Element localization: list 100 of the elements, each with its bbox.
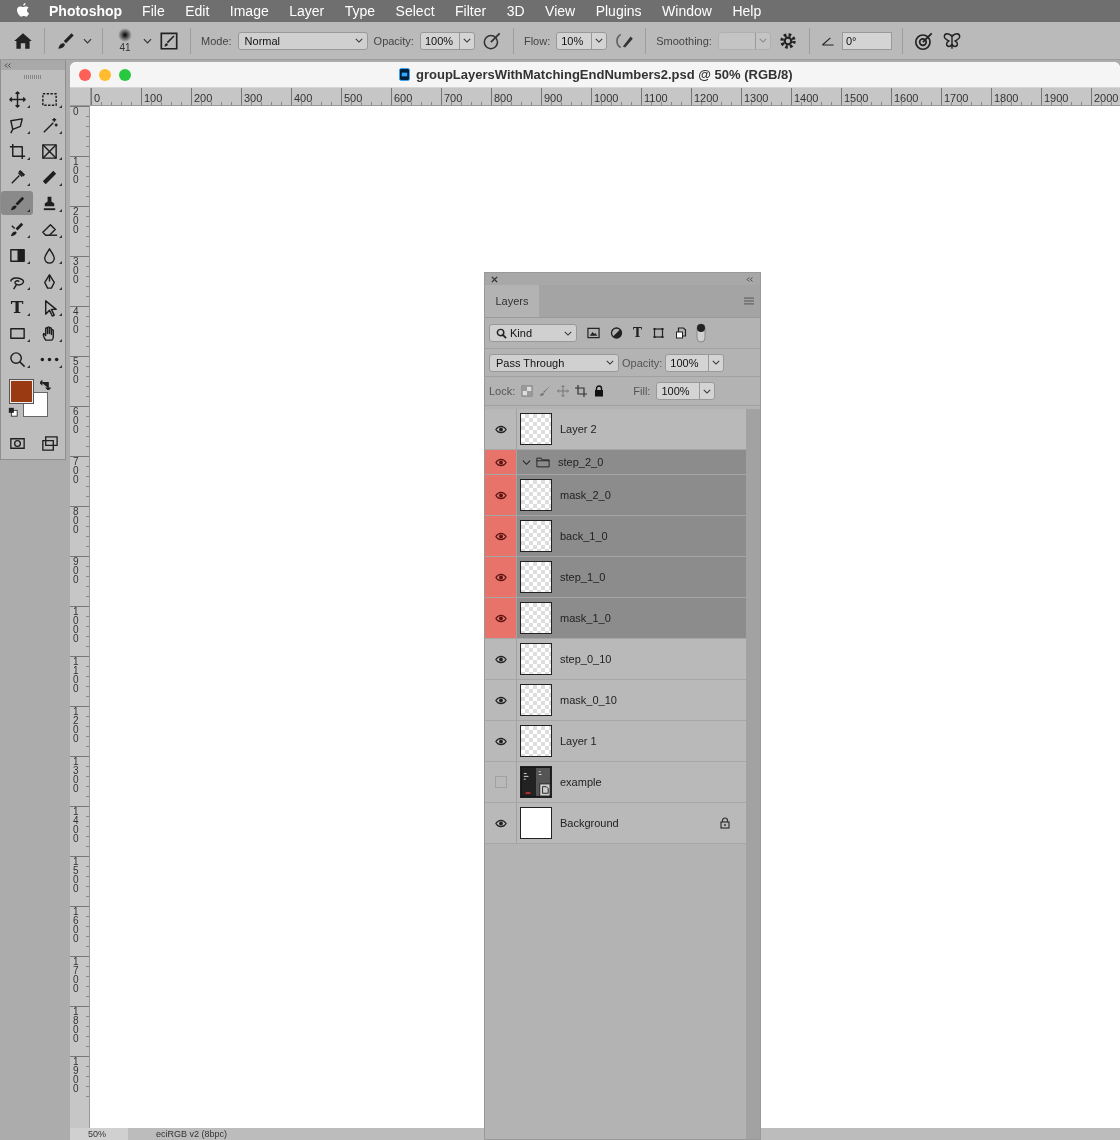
layer-row[interactable]: step_1_0 <box>485 557 746 598</box>
ruler-label: 1800 <box>73 1007 79 1043</box>
ruler-label: 1600 <box>893 92 919 104</box>
image-filter-icon[interactable] <box>587 327 600 339</box>
filter-toggle[interactable] <box>695 323 706 343</box>
caret-icon[interactable] <box>462 38 471 43</box>
color-profile[interactable]: eciRGB v2 (8bpc) <box>128 1128 228 1140</box>
tool-button[interactable]: T <box>1 295 33 319</box>
ruler-label: 400 <box>293 92 313 104</box>
shape-filter-icon[interactable] <box>651 327 665 339</box>
eye-icon[interactable] <box>494 490 507 500</box>
menu-item[interactable]: Plugins <box>595 3 642 19</box>
ruler-label: 2000 <box>1093 92 1119 104</box>
caret-icon[interactable] <box>703 388 712 394</box>
zoom-level[interactable]: 50% <box>70 1128 128 1140</box>
color-swatches-icon[interactable] <box>9 379 49 417</box>
smart-object-filter-icon[interactable] <box>674 327 688 339</box>
eye-icon[interactable] <box>494 457 507 467</box>
eye-icon[interactable] <box>494 818 507 828</box>
ruler-label: 1100 <box>73 657 79 693</box>
layer-thumbnail <box>520 479 552 511</box>
scrollbar-track[interactable] <box>746 409 760 1139</box>
menu-item[interactable]: Select <box>395 3 435 19</box>
menu-item[interactable]: Layer <box>289 3 325 19</box>
menu-item[interactable]: Type <box>344 3 376 19</box>
crop-icon[interactable] <box>575 385 588 397</box>
filter-kind-dropdown[interactable]: Kind <box>489 324 577 342</box>
eye-icon[interactable] <box>494 572 507 582</box>
menu-item[interactable]: Filter <box>455 3 487 19</box>
layer-name: back_1_0 <box>560 530 608 542</box>
opacity-field[interactable]: 100% <box>419 31 475 50</box>
layer-row[interactable]: Layer 1 <box>485 721 746 762</box>
menu-item[interactable]: 3D <box>506 3 525 19</box>
eye-icon[interactable] <box>494 531 507 541</box>
mode-dropdown[interactable]: Normal <box>237 31 368 50</box>
fill-label: Fill: <box>633 385 651 397</box>
ruler-label: 500 <box>343 92 363 104</box>
collapse-icon[interactable] <box>746 276 754 282</box>
visibility-toggle[interactable] <box>494 776 507 788</box>
layer-name: mask_0_10 <box>560 694 617 706</box>
layer-row[interactable]: Background <box>485 803 746 844</box>
layers-tab[interactable]: Layers <box>485 285 539 317</box>
swap-arrows-icon[interactable] <box>40 379 51 390</box>
layer-row[interactable]: mask_0_10 <box>485 680 746 721</box>
brush-tip-icon[interactable] <box>118 28 132 42</box>
flow-label: Flow: <box>523 34 551 47</box>
default-colors-icon[interactable] <box>8 407 18 417</box>
ruler-label: 200 <box>73 207 79 234</box>
layer-row[interactable]: step_0_10 <box>485 639 746 680</box>
fill-field[interactable]: 100% <box>656 382 716 400</box>
ruler-label: 1700 <box>73 957 79 993</box>
layer-row[interactable]: back_1_0 <box>485 516 746 557</box>
close-window-button[interactable] <box>79 68 91 81</box>
menu-item[interactable]: View <box>545 3 576 19</box>
menu-item[interactable]: Edit <box>185 3 210 19</box>
ruler-label: 1400 <box>793 92 819 104</box>
menu-item[interactable]: Window <box>662 3 712 19</box>
layer-row[interactable]: mask_2_0 <box>485 475 746 516</box>
layer-row[interactable]: step_2_0 <box>485 450 746 475</box>
caret-icon[interactable] <box>595 38 604 43</box>
ruler-label: 900 <box>543 92 563 104</box>
caret-icon[interactable] <box>712 360 721 365</box>
layer-thumbnail <box>520 413 552 445</box>
flow-field[interactable]: 10% <box>556 31 608 50</box>
brush-panel-icon[interactable] <box>158 29 180 52</box>
crop-icon <box>7 141 27 161</box>
eye-icon[interactable] <box>494 424 507 434</box>
adjustment-filter-icon[interactable] <box>610 327 623 339</box>
crossed-frame-icon <box>39 141 59 161</box>
layer-name: step_1_0 <box>560 571 606 583</box>
type-filter-button[interactable]: T <box>633 326 642 340</box>
apple-logo-icon[interactable] <box>16 3 30 19</box>
grip-handle[interactable] <box>24 75 42 79</box>
caret-icon <box>354 38 363 43</box>
eye-icon[interactable] <box>494 613 507 623</box>
layer-opacity-field[interactable]: 100% <box>665 353 725 372</box>
tool-button[interactable] <box>1 191 33 215</box>
ruler-label: 1000 <box>73 607 79 643</box>
smart-object-thumbnail <box>520 766 552 798</box>
ruler-label: 400 <box>73 307 79 334</box>
layer-row[interactable]: mask_1_0 <box>485 598 746 639</box>
menu-item[interactable]: Image <box>229 3 269 19</box>
ruler-label: 300 <box>243 92 263 104</box>
caret-icon[interactable] <box>83 37 92 44</box>
layer-thumbnail <box>520 561 552 593</box>
eye-icon[interactable] <box>494 654 507 664</box>
menu-item[interactable]: File <box>142 3 165 19</box>
lock-icon[interactable] <box>593 385 606 397</box>
blend-mode-dropdown[interactable]: Pass Through <box>489 353 619 372</box>
app-menu[interactable]: Photoshop <box>49 3 123 19</box>
angle-field[interactable]: 0° <box>841 31 892 50</box>
layer-row[interactable]: example <box>485 762 746 803</box>
eye-icon[interactable] <box>494 736 507 746</box>
layer-row[interactable]: Layer 2 <box>485 409 746 450</box>
eye-icon[interactable] <box>494 695 507 705</box>
collapse-icon[interactable] <box>4 62 12 68</box>
menu-item[interactable]: Help <box>732 3 762 19</box>
caret-icon[interactable] <box>522 457 531 467</box>
close-icon[interactable] <box>491 275 498 283</box>
caret-icon[interactable] <box>143 37 152 44</box>
